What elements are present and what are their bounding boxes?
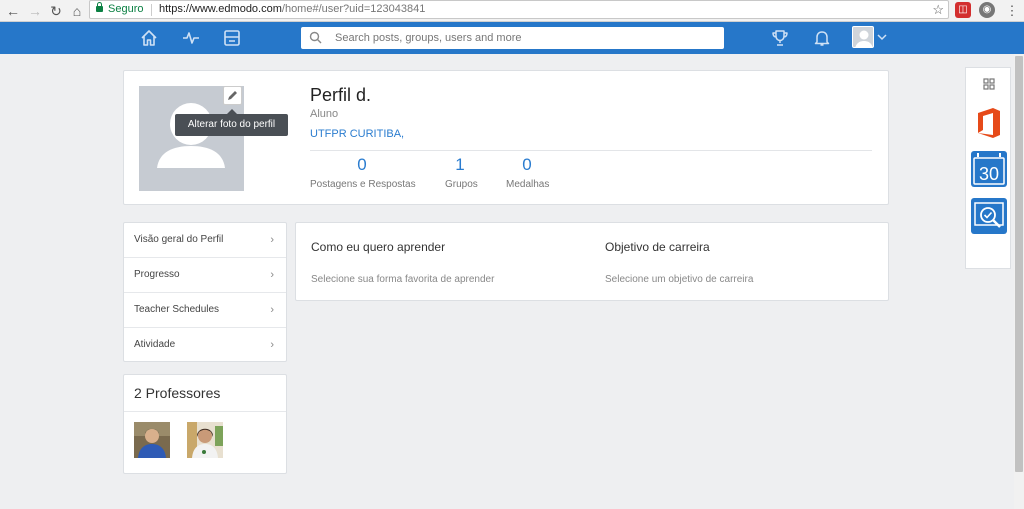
browser-toolbar: ← → ↻ ⌂ Seguro https://www.edmodo.com/ho… bbox=[0, 0, 1024, 22]
career-goal-link[interactable]: Selecione um objetivo de carreira bbox=[605, 274, 753, 285]
app-grid-icon[interactable] bbox=[969, 70, 1009, 98]
chevron-right-icon: › bbox=[270, 269, 274, 281]
office-app-icon[interactable] bbox=[969, 103, 1009, 143]
bookmark-star-icon[interactable]: ☆ bbox=[932, 1, 944, 18]
teacher-avatar[interactable] bbox=[187, 422, 223, 458]
stat-groups-label: Grupos bbox=[445, 179, 478, 190]
browser-menu-icon[interactable]: ⋮ bbox=[1003, 2, 1021, 20]
lock-icon bbox=[96, 2, 103, 12]
chevron-right-icon: › bbox=[270, 339, 274, 351]
top-navigation-bar bbox=[0, 22, 1024, 54]
profile-menu: Visão geral do Perfil › Progresso › Teache… bbox=[123, 222, 287, 362]
forward-arrow-icon[interactable]: → bbox=[26, 2, 44, 20]
learning-style-link[interactable]: Selecione sua forma favorita de aprender bbox=[311, 274, 494, 285]
stat-posts-label: Postagens e Respostas bbox=[310, 179, 416, 190]
edit-photo-button[interactable] bbox=[223, 86, 242, 105]
extension-shield-icon[interactable]: ◉ bbox=[979, 2, 995, 18]
calendar-app-icon[interactable]: 30 bbox=[969, 149, 1009, 189]
menu-item-activity[interactable]: Atividade › bbox=[124, 328, 286, 363]
search-box[interactable] bbox=[301, 27, 724, 49]
stat-badges-label: Medalhas bbox=[506, 179, 550, 190]
stat-groups-count[interactable]: 1 bbox=[450, 155, 470, 175]
menu-item-profile-overview[interactable]: Visão geral do Perfil › bbox=[124, 223, 286, 258]
menu-item-teacher-schedules[interactable]: Teacher Schedules › bbox=[124, 293, 286, 328]
profile-school-link[interactable]: UTFPR CURITIBA, bbox=[310, 128, 404, 140]
url-text: https://www.edmodo.com/home#/user?uid=12… bbox=[159, 3, 426, 15]
teacher-photo bbox=[134, 422, 170, 458]
extension-icon[interactable]: ◫ bbox=[955, 2, 971, 18]
calendar-day-label: 30 bbox=[979, 164, 999, 184]
chevron-right-icon: › bbox=[270, 234, 274, 246]
back-arrow-icon[interactable]: ← bbox=[4, 2, 22, 20]
learning-preferences-card: Como eu quero aprender Selecione sua for… bbox=[295, 222, 889, 301]
stat-posts-count[interactable]: 0 bbox=[352, 155, 372, 175]
bell-icon[interactable] bbox=[812, 28, 832, 48]
page-scrollbar-thumb[interactable] bbox=[1015, 56, 1023, 472]
address-bar[interactable]: Seguro https://www.edmodo.com/home#/user… bbox=[89, 0, 949, 19]
stat-badges-count[interactable]: 0 bbox=[517, 155, 537, 175]
pencil-icon bbox=[228, 91, 237, 100]
teachers-card: 2 Professores bbox=[123, 374, 287, 474]
chevron-right-icon: › bbox=[270, 304, 274, 316]
menu-item-progress[interactable]: Progresso › bbox=[124, 258, 286, 293]
quiz-search-app-icon[interactable] bbox=[969, 196, 1009, 236]
trophy-icon[interactable] bbox=[770, 28, 790, 48]
reload-icon[interactable]: ↻ bbox=[47, 2, 65, 20]
learning-style-title: Como eu quero aprender bbox=[311, 240, 446, 254]
profile-role: Aluno bbox=[310, 108, 339, 120]
search-icon bbox=[309, 31, 322, 44]
teachers-title: 2 Professores bbox=[134, 385, 221, 401]
career-goal-title: Objetivo de carreira bbox=[605, 240, 710, 254]
change-photo-tooltip: Alterar foto do perfil bbox=[175, 109, 288, 136]
home-icon[interactable] bbox=[139, 28, 159, 48]
teacher-photo bbox=[187, 422, 223, 458]
avatar-placeholder-icon bbox=[855, 30, 873, 47]
planner-icon[interactable] bbox=[222, 28, 242, 48]
secure-indicator: Seguro bbox=[96, 1, 143, 18]
teacher-avatar[interactable] bbox=[134, 422, 170, 458]
browser-home-icon[interactable]: ⌂ bbox=[68, 2, 86, 20]
search-input[interactable] bbox=[335, 27, 715, 49]
user-avatar[interactable] bbox=[852, 26, 874, 48]
chevron-down-icon[interactable] bbox=[877, 33, 887, 41]
profile-name: Perfil d. bbox=[310, 85, 372, 105]
activity-icon[interactable] bbox=[181, 28, 201, 48]
apps-side-panel: 30 bbox=[965, 67, 1011, 269]
